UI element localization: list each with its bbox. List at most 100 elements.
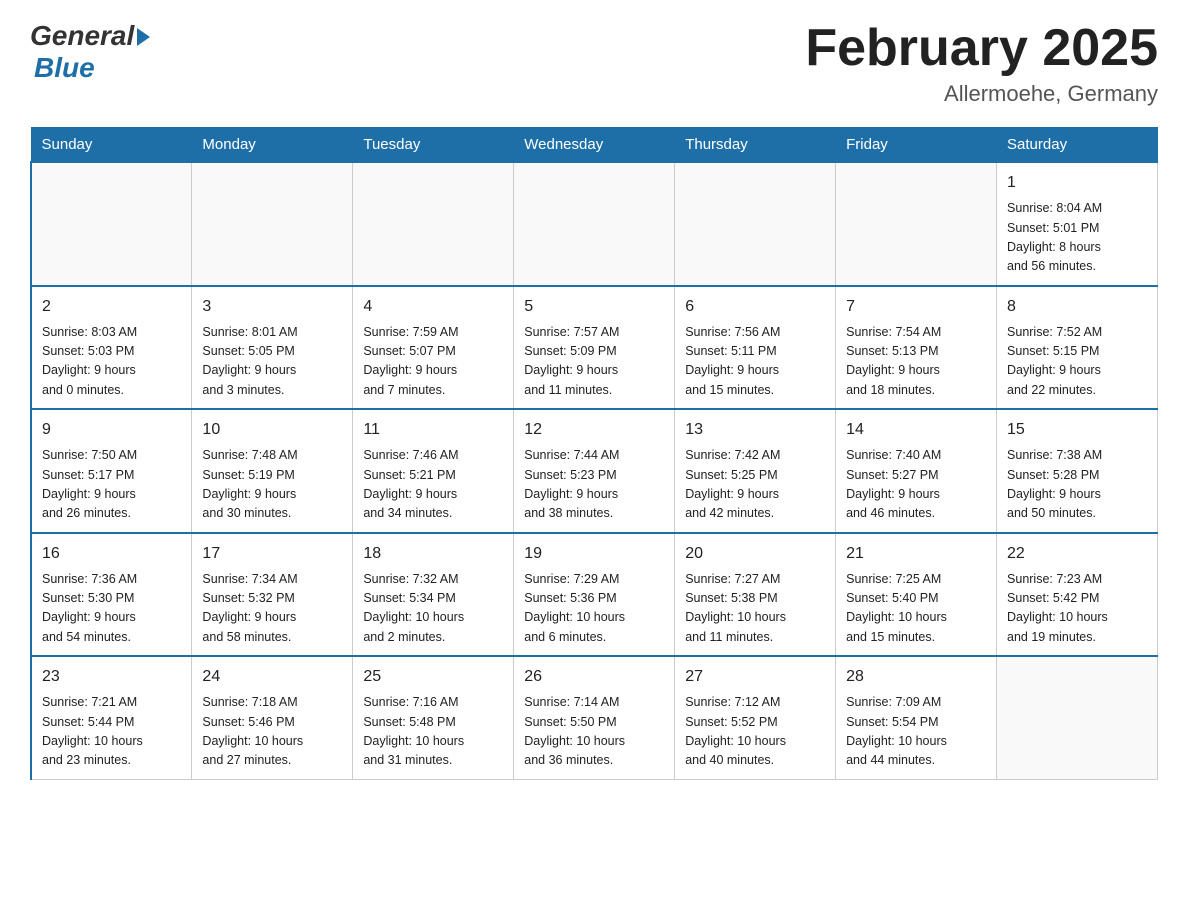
calendar-table: Sunday Monday Tuesday Wednesday Thursday… (30, 127, 1158, 780)
logo: General Blue (30, 20, 150, 84)
day-info: Sunrise: 7:21 AM Sunset: 5:44 PM Dayligh… (42, 693, 181, 771)
calendar-cell: 4Sunrise: 7:59 AM Sunset: 5:07 PM Daylig… (353, 286, 514, 410)
calendar-cell: 8 Sunrise: 7:52 AM Sunset: 5:15 PM Daylig… (997, 286, 1158, 410)
day-info: Sunrise: 7:38 AM Sunset: 5:28 PM Dayligh… (1007, 446, 1147, 524)
day-number: 8 (1007, 295, 1147, 319)
day-number: 14 (846, 418, 986, 442)
day-number: 4 (363, 295, 503, 319)
day-info: Sunrise: 7:44 AM Sunset: 5:23 PM Dayligh… (524, 446, 664, 524)
day-info: Sunrise: 7:27 AM Sunset: 5:38 PM Dayligh… (685, 570, 825, 648)
calendar-cell: 1Sunrise: 8:04 AM Sunset: 5:01 PM Daylig… (997, 162, 1158, 286)
day-info: Sunrise: 7:48 AM Sunset: 5:19 PM Dayligh… (202, 446, 342, 524)
day-info: Sunrise: 7:29 AM Sunset: 5:36 PM Dayligh… (524, 570, 664, 648)
day-number: 16 (42, 542, 181, 566)
logo-blue-text: Blue (34, 52, 95, 83)
calendar-cell: 13 Sunrise: 7:42 AM Sunset: 5:25 PM Dayli… (675, 409, 836, 533)
day-number: 27 (685, 665, 825, 689)
col-monday: Monday (192, 128, 353, 163)
logo-general-text: General (30, 20, 134, 52)
calendar-cell: 19 Sunrise: 7:29 AM Sunset: 5:36 PM Dayli… (514, 533, 675, 657)
calendar-week-3: 9Sunrise: 7:50 AM Sunset: 5:17 PM Daylig… (31, 409, 1158, 533)
day-info: Sunrise: 8:01 AM Sunset: 5:05 PM Dayligh… (202, 323, 342, 401)
day-info: Sunrise: 7:57 AM Sunset: 5:09 PM Dayligh… (524, 323, 664, 401)
calendar-cell: 16 Sunrise: 7:36 AM Sunset: 5:30 PM Dayli… (31, 533, 192, 657)
calendar-body: 1Sunrise: 8:04 AM Sunset: 5:01 PM Daylig… (31, 162, 1158, 779)
col-friday: Friday (836, 128, 997, 163)
col-thursday: Thursday (675, 128, 836, 163)
calendar-cell: 7Sunrise: 7:54 AM Sunset: 5:13 PM Daylig… (836, 286, 997, 410)
calendar-cell: 27 Sunrise: 7:12 AM Sunset: 5:52 PM Dayli… (675, 656, 836, 779)
day-info: Sunrise: 7:12 AM Sunset: 5:52 PM Dayligh… (685, 693, 825, 771)
calendar-cell: 18 Sunrise: 7:32 AM Sunset: 5:34 PM Dayli… (353, 533, 514, 657)
calendar-cell: 15Sunrise: 7:38 AM Sunset: 5:28 PM Dayli… (997, 409, 1158, 533)
day-info: Sunrise: 7:54 AM Sunset: 5:13 PM Dayligh… (846, 323, 986, 401)
calendar-cell: 24Sunrise: 7:18 AM Sunset: 5:46 PM Dayli… (192, 656, 353, 779)
calendar-week-2: 2 Sunrise: 8:03 AM Sunset: 5:03 PM Daylig… (31, 286, 1158, 410)
day-number: 18 (363, 542, 503, 566)
calendar-cell: 2 Sunrise: 8:03 AM Sunset: 5:03 PM Daylig… (31, 286, 192, 410)
calendar-cell (31, 162, 192, 286)
calendar-cell (675, 162, 836, 286)
day-number: 22 (1007, 542, 1147, 566)
calendar-cell: 22 Sunrise: 7:23 AM Sunset: 5:42 PM Dayli… (997, 533, 1158, 657)
day-info: Sunrise: 7:25 AM Sunset: 5:40 PM Dayligh… (846, 570, 986, 648)
calendar-cell: 25 Sunrise: 7:16 AM Sunset: 5:48 PM Dayli… (353, 656, 514, 779)
day-info: Sunrise: 7:18 AM Sunset: 5:46 PM Dayligh… (202, 693, 342, 771)
day-info: Sunrise: 7:46 AM Sunset: 5:21 PM Dayligh… (363, 446, 503, 524)
calendar-cell: 26 Sunrise: 7:14 AM Sunset: 5:50 PM Dayli… (514, 656, 675, 779)
day-number: 25 (363, 665, 503, 689)
day-info: Sunrise: 7:09 AM Sunset: 5:54 PM Dayligh… (846, 693, 986, 771)
day-number: 23 (42, 665, 181, 689)
calendar-cell: 5 Sunrise: 7:57 AM Sunset: 5:09 PM Daylig… (514, 286, 675, 410)
day-info: Sunrise: 7:23 AM Sunset: 5:42 PM Dayligh… (1007, 570, 1147, 648)
calendar-week-5: 23 Sunrise: 7:21 AM Sunset: 5:44 PM Dayli… (31, 656, 1158, 779)
day-info: Sunrise: 7:42 AM Sunset: 5:25 PM Dayligh… (685, 446, 825, 524)
calendar-cell (997, 656, 1158, 779)
day-info: Sunrise: 7:34 AM Sunset: 5:32 PM Dayligh… (202, 570, 342, 648)
day-info: Sunrise: 7:40 AM Sunset: 5:27 PM Dayligh… (846, 446, 986, 524)
day-number: 3 (202, 295, 342, 319)
calendar-cell: 28Sunrise: 7:09 AM Sunset: 5:54 PM Dayli… (836, 656, 997, 779)
logo-arrow-icon (137, 28, 150, 46)
calendar-week-1: 1Sunrise: 8:04 AM Sunset: 5:01 PM Daylig… (31, 162, 1158, 286)
day-number: 12 (524, 418, 664, 442)
day-number: 26 (524, 665, 664, 689)
header-row: Sunday Monday Tuesday Wednesday Thursday… (31, 128, 1158, 163)
day-number: 21 (846, 542, 986, 566)
calendar-header: Sunday Monday Tuesday Wednesday Thursday… (31, 128, 1158, 163)
page-header: General Blue February 2025 Allermoehe, G… (30, 20, 1158, 107)
day-info: Sunrise: 7:52 AM Sunset: 5:15 PM Dayligh… (1007, 323, 1147, 401)
day-number: 6 (685, 295, 825, 319)
day-info: Sunrise: 7:14 AM Sunset: 5:50 PM Dayligh… (524, 693, 664, 771)
day-number: 13 (685, 418, 825, 442)
day-info: Sunrise: 7:32 AM Sunset: 5:34 PM Dayligh… (363, 570, 503, 648)
calendar-cell: 14 Sunrise: 7:40 AM Sunset: 5:27 PM Dayli… (836, 409, 997, 533)
day-number: 17 (202, 542, 342, 566)
calendar-cell: 11 Sunrise: 7:46 AM Sunset: 5:21 PM Dayli… (353, 409, 514, 533)
calendar-cell (353, 162, 514, 286)
calendar-cell: 17 Sunrise: 7:34 AM Sunset: 5:32 PM Dayli… (192, 533, 353, 657)
day-info: Sunrise: 8:03 AM Sunset: 5:03 PM Dayligh… (42, 323, 181, 401)
calendar-cell: 23 Sunrise: 7:21 AM Sunset: 5:44 PM Dayli… (31, 656, 192, 779)
calendar-week-4: 16 Sunrise: 7:36 AM Sunset: 5:30 PM Dayli… (31, 533, 1158, 657)
calendar-cell: 12 Sunrise: 7:44 AM Sunset: 5:23 PM Dayli… (514, 409, 675, 533)
calendar-cell: 9Sunrise: 7:50 AM Sunset: 5:17 PM Daylig… (31, 409, 192, 533)
day-info: Sunrise: 7:16 AM Sunset: 5:48 PM Dayligh… (363, 693, 503, 771)
calendar-cell: 3 Sunrise: 8:01 AM Sunset: 5:05 PM Daylig… (192, 286, 353, 410)
col-sunday: Sunday (31, 128, 192, 163)
day-number: 11 (363, 418, 503, 442)
calendar-cell (514, 162, 675, 286)
day-number: 2 (42, 295, 181, 319)
col-tuesday: Tuesday (353, 128, 514, 163)
calendar-cell: 21 Sunrise: 7:25 AM Sunset: 5:40 PM Dayli… (836, 533, 997, 657)
calendar-cell: 10 Sunrise: 7:48 AM Sunset: 5:19 PM Dayli… (192, 409, 353, 533)
day-info: Sunrise: 7:36 AM Sunset: 5:30 PM Dayligh… (42, 570, 181, 648)
day-info: Sunrise: 7:56 AM Sunset: 5:11 PM Dayligh… (685, 323, 825, 401)
day-number: 19 (524, 542, 664, 566)
day-number: 9 (42, 418, 181, 442)
day-number: 10 (202, 418, 342, 442)
calendar-cell: 20 Sunrise: 7:27 AM Sunset: 5:38 PM Dayli… (675, 533, 836, 657)
calendar-cell (836, 162, 997, 286)
day-number: 20 (685, 542, 825, 566)
day-number: 5 (524, 295, 664, 319)
